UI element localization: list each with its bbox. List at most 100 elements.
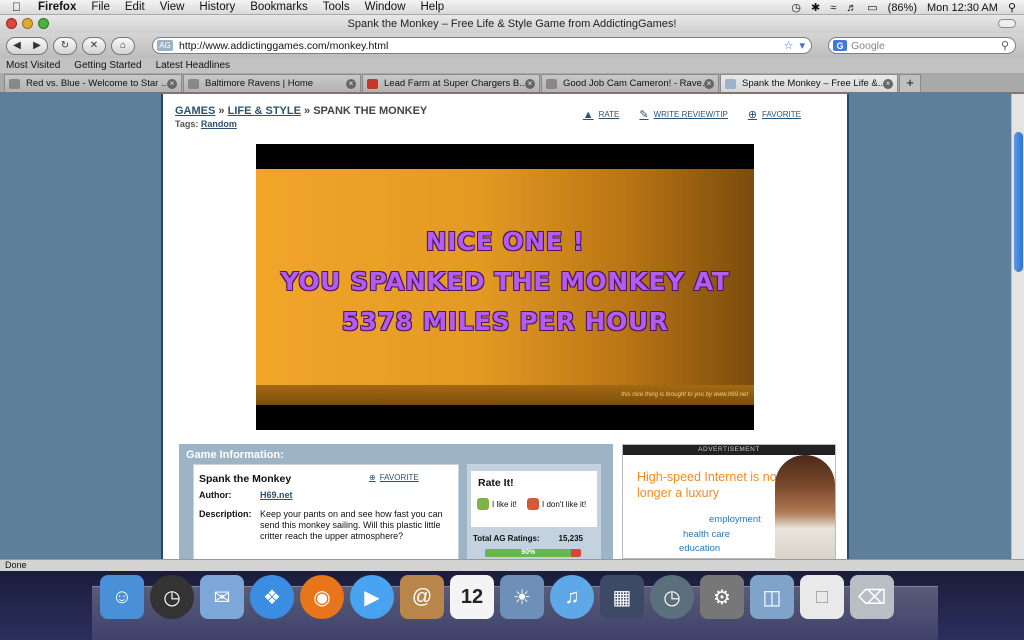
ad-headline[interactable]: High-speed Internet is no longer a luxur… [637, 469, 777, 501]
volume-icon[interactable]: ♬ [846, 1, 857, 15]
menu-history[interactable]: History [199, 0, 235, 14]
favorite-link[interactable]: ⊕ FAVORITE [748, 108, 801, 121]
game-credit[interactable]: this nice thing is brought to you by www… [621, 392, 748, 398]
close-tab-icon[interactable]: × [346, 78, 356, 89]
close-tab-icon[interactable]: × [704, 78, 714, 89]
url-dropdown-icon[interactable]: ▾ [799, 39, 805, 52]
time-machine-icon[interactable]: ◷ [791, 1, 801, 15]
menu-edit[interactable]: Edit [125, 0, 145, 14]
tab-red-vs-blue[interactable]: Red vs. Blue - Welcome to Star ... × [4, 74, 182, 92]
reload-button[interactable]: ↻ [53, 36, 77, 55]
total-ratings-count: 15,235 [558, 534, 583, 543]
thumbs-up-icon [477, 498, 489, 510]
close-tab-icon[interactable]: × [167, 78, 177, 89]
ical-icon[interactable]: 12 [450, 575, 494, 619]
bookmark-most-visited[interactable]: Most Visited [6, 60, 60, 71]
tab-good-job-cam[interactable]: Good Job Cam Cameron! - Rave... × [541, 74, 719, 92]
window-controls [6, 18, 49, 29]
tag-random-link[interactable]: Random [201, 119, 237, 129]
window-title: Spank the Monkey – Free Life & Style Gam… [347, 18, 677, 30]
iphoto-icon[interactable]: ☀ [500, 575, 544, 619]
forward-icon[interactable]: ▶ [33, 40, 41, 51]
address-book-icon[interactable]: @ [400, 575, 444, 619]
tab-favicon-icon [725, 78, 736, 89]
bluetooth-icon[interactable]: ✱ [811, 1, 820, 15]
rate-link[interactable]: ▲ RATE [583, 108, 620, 121]
tab-favicon-icon [9, 78, 20, 89]
home-button[interactable]: ⌂ [111, 36, 135, 55]
like-button[interactable]: I like it! [477, 498, 517, 510]
url-text[interactable]: http://www.addictinggames.com/monkey.htm… [179, 40, 784, 52]
google-engine-icon[interactable]: G [833, 40, 847, 51]
spotlight-icon[interactable]: ⚲ [1008, 1, 1016, 15]
author-link[interactable]: H69.net [260, 490, 293, 500]
menu-bookmarks[interactable]: Bookmarks [250, 0, 308, 14]
bookmark-latest-headlines[interactable]: Latest Headlines [156, 60, 231, 71]
bookmark-star-icon[interactable]: ☆ [784, 39, 794, 52]
dislike-button[interactable]: I don't like it! [527, 498, 586, 510]
zoom-window-button[interactable] [38, 18, 49, 29]
search-bar[interactable]: G Google ⚲ [828, 37, 1016, 54]
rate-label: RATE [598, 110, 620, 119]
documents-icon[interactable]: □ [800, 575, 844, 619]
tab-lead-farm[interactable]: Lead Farm at Super Chargers B... × [362, 74, 540, 92]
dashboard-icon[interactable]: ◷ [150, 575, 194, 619]
spaces-icon[interactable]: ▦ [600, 575, 644, 619]
itunes-icon[interactable]: ♫ [550, 575, 594, 619]
menubar-status: ◷ ✱ ≈ ♬ ▭ (86%) Mon 12:30 AM ⚲ [791, 0, 1016, 15]
crumb-category-link[interactable]: LIFE & STYLE [228, 105, 301, 117]
game-player[interactable]: NICE ONE ! YOU SPANKED THE MONKEY AT 537… [256, 144, 754, 430]
url-bar[interactable]: AG http://www.addictinggames.com/monkey.… [152, 37, 812, 54]
close-window-button[interactable] [6, 18, 17, 29]
tab-strip: Red vs. Blue - Welcome to Star ... × Bal… [0, 73, 1024, 93]
description-label: Description: [199, 509, 252, 519]
stop-button[interactable]: ✕ [82, 36, 106, 55]
tab-baltimore-ravens[interactable]: Baltimore Ravens | Home × [183, 74, 361, 92]
time-machine-icon[interactable]: ◷ [650, 575, 694, 619]
rating-bar-fill: 90% [485, 549, 572, 557]
applications-folder-icon[interactable]: ◫ [750, 575, 794, 619]
author-label: Author: [199, 490, 232, 500]
advertisement[interactable]: ADVERTISEMENT High-speed Internet is no … [622, 444, 836, 559]
close-tab-icon[interactable]: × [883, 78, 893, 89]
crumb-games-link[interactable]: GAMES [175, 105, 215, 117]
menu-window[interactable]: Window [365, 0, 406, 14]
back-icon[interactable]: ◀ [13, 40, 21, 51]
firefox-icon[interactable]: ◉ [300, 575, 344, 619]
rate-it-title: Rate It! [478, 477, 514, 489]
info-favorite-link[interactable]: ⊕ FAVORITE [369, 473, 419, 482]
menu-view[interactable]: View [160, 0, 185, 14]
system-preferences-icon[interactable]: ⚙ [700, 575, 744, 619]
tab-spank-the-monkey[interactable]: Spank the Monkey – Free Life &... × [720, 74, 898, 92]
reload-icon: ↻ [60, 40, 70, 51]
clock[interactable]: Mon 12:30 AM [927, 2, 998, 14]
menu-tools[interactable]: Tools [323, 0, 350, 14]
plus-circle-icon: ⊕ [369, 473, 376, 482]
crumb-separator: » [218, 105, 225, 117]
ad-word-education: education [679, 543, 721, 554]
scrollbar-thumb[interactable] [1014, 132, 1023, 272]
write-review-link[interactable]: ✎ WRITE REVIEW/TIP [639, 108, 727, 121]
vertical-scrollbar[interactable] [1011, 94, 1024, 559]
toolbar-toggle-button[interactable] [998, 19, 1016, 28]
wifi-icon[interactable]: ≈ [830, 1, 836, 15]
new-tab-button[interactable]: + [899, 74, 921, 92]
minimize-window-button[interactable] [22, 18, 33, 29]
menu-file[interactable]: File [91, 0, 110, 14]
search-placeholder[interactable]: Google [851, 40, 885, 52]
mac-menubar:  Firefox File Edit View History Bookmar… [0, 0, 1024, 15]
search-icon[interactable]: ⚲ [1001, 39, 1009, 52]
mail-icon[interactable]: ✉ [200, 575, 244, 619]
trash-icon[interactable]: ⌫ [850, 575, 894, 619]
safari-icon[interactable]: ❖ [250, 575, 294, 619]
menu-help[interactable]: Help [421, 0, 445, 14]
apple-menu-icon[interactable]:  [12, 0, 26, 14]
ichat-icon[interactable]: ▶ [350, 575, 394, 619]
battery-icon[interactable]: ▭ [867, 1, 877, 15]
menu-app[interactable]: Firefox [38, 0, 76, 14]
bookmark-getting-started[interactable]: Getting Started [74, 60, 141, 71]
finder-icon[interactable]: ☺ [100, 575, 144, 619]
tab-favicon-icon [188, 78, 199, 89]
close-tab-icon[interactable]: × [525, 78, 535, 89]
navigation-toolbar: ◀ ▶ ↻ ✕ ⌂ AG http://www.addictinggames.c… [0, 33, 1024, 58]
